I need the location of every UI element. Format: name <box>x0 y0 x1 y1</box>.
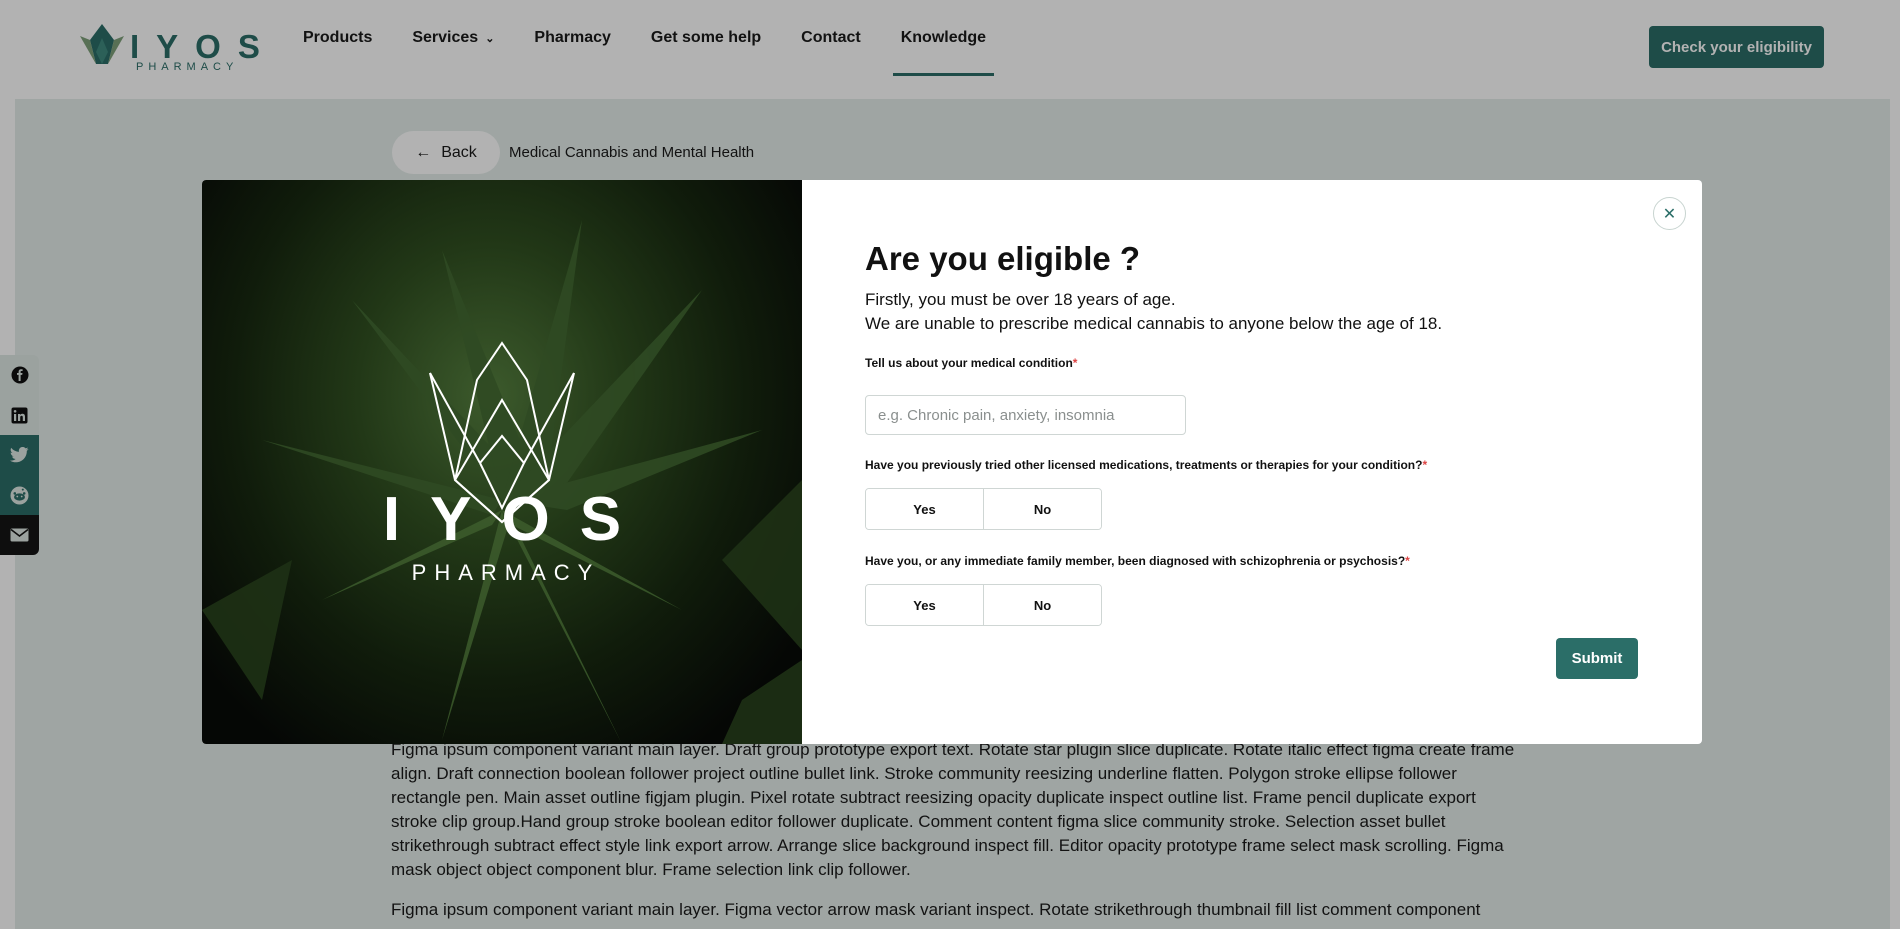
eligibility-form: Are you eligible ? Firstly, you must be … <box>865 240 1625 626</box>
required-mark: * <box>1422 458 1428 472</box>
prior-treatment-toggle: Yes No <box>865 488 1102 530</box>
condition-question: Tell us about your medical condition* <box>865 356 1077 370</box>
modal-title: Are you eligible ? <box>865 240 1141 277</box>
required-mark: * <box>1405 554 1410 568</box>
psychosis-question: Have you, or any immediate family member… <box>865 554 1410 568</box>
psychosis-no-button[interactable]: No <box>983 585 1101 625</box>
condition-question-label: Tell us about your medical condition <box>865 356 1073 370</box>
prior-treatment-question-label: Have you previously tried other licensed… <box>865 458 1423 472</box>
required-mark: * <box>1072 356 1078 370</box>
prior-treatment-yes-button[interactable]: Yes <box>866 489 983 529</box>
modal-logo-wordmark: IYOS <box>382 485 652 554</box>
intro-line-age: Firstly, you must be over 18 years of ag… <box>865 290 1176 309</box>
modal-logo-subtitle: PHARMACY <box>411 560 601 585</box>
modal-hero-image: IYOS PHARMACY <box>202 180 802 744</box>
condition-input[interactable] <box>865 395 1186 435</box>
modal-intro: Firstly, you must be over 18 years of ag… <box>865 288 1625 336</box>
eligibility-modal: IYOS PHARMACY ✕ Are you eligible ? First… <box>202 180 1702 744</box>
psychosis-yes-button[interactable]: Yes <box>866 585 983 625</box>
psychosis-question-label: Have you, or any immediate family member… <box>865 554 1406 568</box>
submit-button[interactable]: Submit <box>1556 638 1638 679</box>
intro-line-restriction: We are unable to prescribe medical canna… <box>865 314 1443 333</box>
close-icon: ✕ <box>1662 205 1677 223</box>
psychosis-toggle: Yes No <box>865 584 1102 626</box>
prior-treatment-no-button[interactable]: No <box>983 489 1101 529</box>
prior-treatment-question: Have you previously tried other licensed… <box>865 458 1427 472</box>
close-modal-button[interactable]: ✕ <box>1653 197 1686 230</box>
